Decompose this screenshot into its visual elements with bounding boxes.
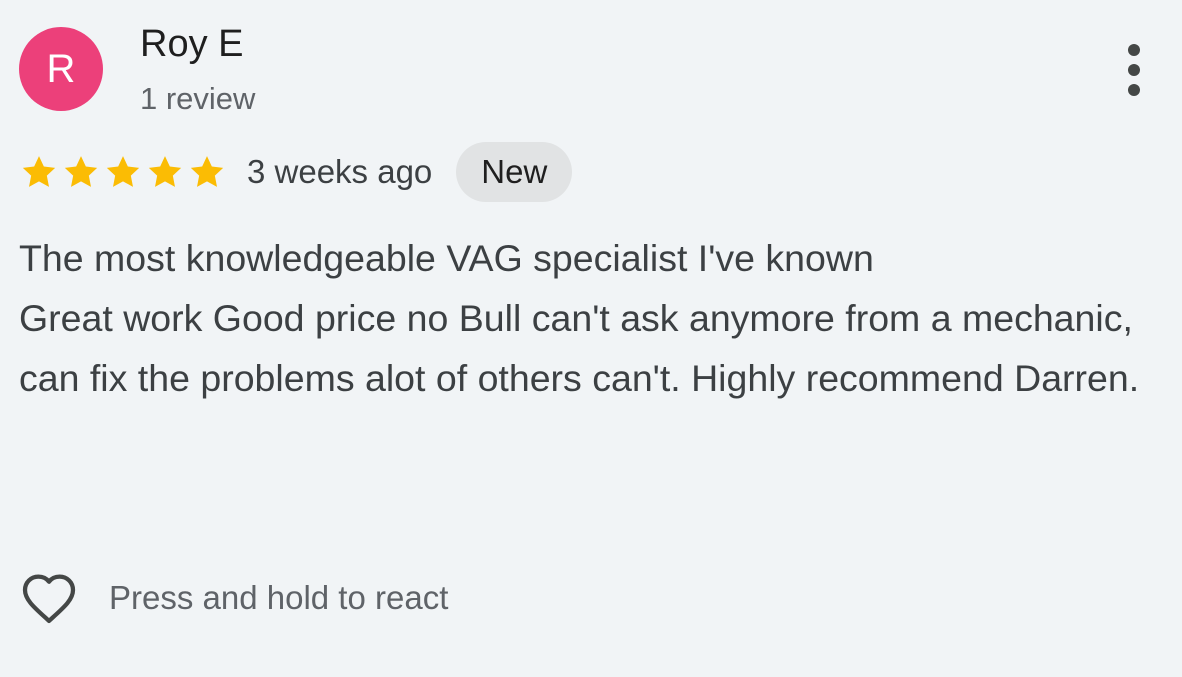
more-vert-icon-dot xyxy=(1128,84,1140,96)
more-vert-icon-dot xyxy=(1128,64,1140,76)
reviewer-review-count: 1 review xyxy=(140,81,256,116)
star-icon xyxy=(103,152,143,192)
rating-row: 3 weeks ago New xyxy=(19,142,573,202)
more-options-button[interactable] xyxy=(1112,38,1156,102)
star-icon xyxy=(187,152,227,192)
react-hint-label: Press and hold to react xyxy=(109,579,449,616)
avatar[interactable]: R xyxy=(19,27,103,111)
star-icon xyxy=(61,152,101,192)
new-badge: New xyxy=(456,142,573,202)
heart-outline-icon[interactable] xyxy=(17,566,81,630)
react-row: Press and hold to react xyxy=(17,566,448,630)
review-time: 3 weeks ago xyxy=(247,153,433,190)
avatar-initial: R xyxy=(46,47,76,91)
star-rating xyxy=(19,152,229,192)
reviewer-name[interactable]: Roy E xyxy=(140,22,243,66)
review-text: The most knowledgeable VAG specialist I'… xyxy=(19,237,1140,399)
review-card: R Roy E 1 review 3 weeks ago New The mos… xyxy=(0,0,1182,677)
more-vert-icon-dot xyxy=(1128,44,1140,56)
star-icon xyxy=(19,152,59,192)
star-icon xyxy=(145,152,185,192)
